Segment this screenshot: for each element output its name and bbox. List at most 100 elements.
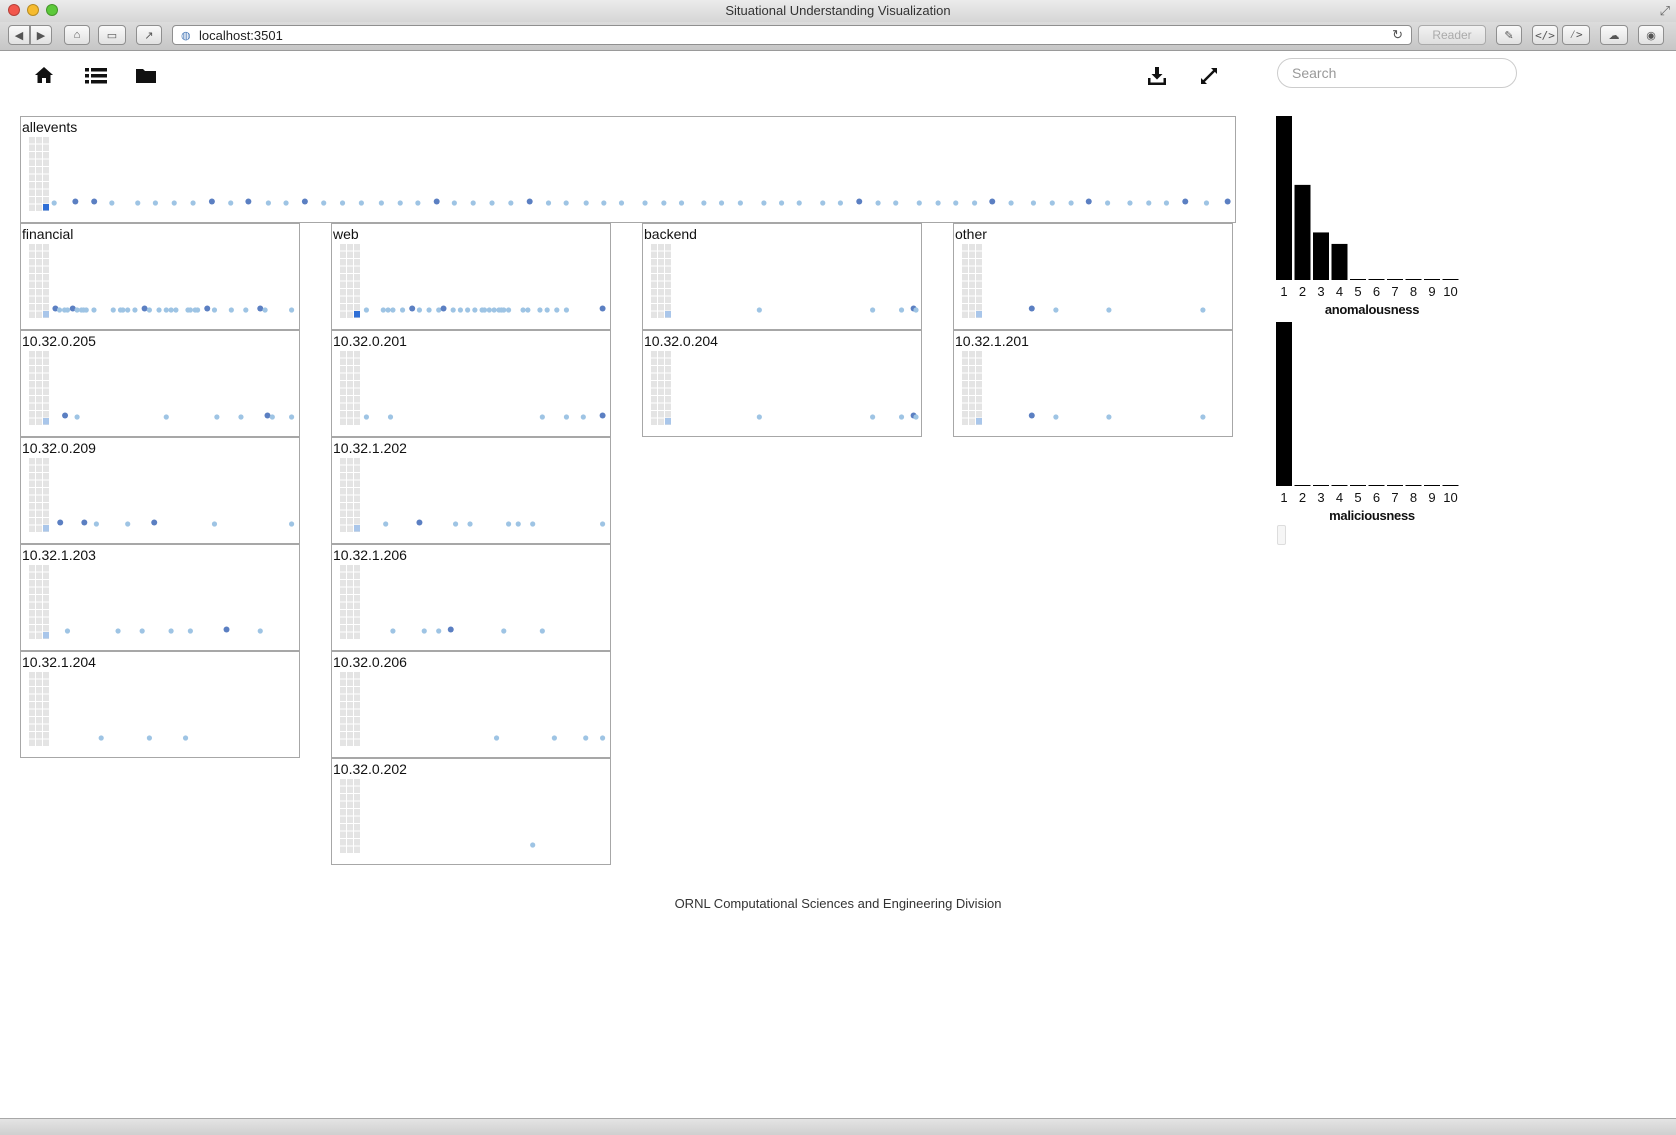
event-dot[interactable] bbox=[1106, 307, 1112, 313]
list-icon[interactable] bbox=[85, 67, 107, 90]
event-dot[interactable] bbox=[583, 735, 589, 741]
panel-host-10-32-0-209[interactable]: 10.32.0.209 bbox=[20, 437, 300, 544]
event-dot[interactable] bbox=[168, 307, 174, 313]
event-dot[interactable] bbox=[601, 200, 607, 206]
selected-cell[interactable] bbox=[43, 204, 49, 211]
event-dot[interactable] bbox=[642, 200, 648, 206]
back-button[interactable]: ◀ bbox=[8, 25, 30, 45]
selected-cell[interactable] bbox=[665, 418, 671, 425]
event-dot[interactable] bbox=[1203, 200, 1210, 206]
event-dot[interactable] bbox=[563, 200, 569, 206]
event-dot[interactable] bbox=[1049, 200, 1055, 206]
event-dot[interactable] bbox=[168, 628, 174, 634]
event-dot[interactable] bbox=[539, 628, 545, 634]
event-timeline[interactable] bbox=[954, 331, 1232, 436]
event-dot[interactable] bbox=[501, 628, 507, 634]
event-dot[interactable] bbox=[1053, 414, 1059, 420]
event-dot[interactable] bbox=[599, 735, 606, 741]
event-dot[interactable] bbox=[211, 521, 218, 527]
event-dot[interactable] bbox=[1163, 200, 1170, 206]
event-timeline[interactable] bbox=[332, 545, 610, 650]
event-dot[interactable] bbox=[436, 628, 442, 634]
fullscreen-toggle-icon[interactable]: ⤢ bbox=[1660, 3, 1670, 19]
event-dot[interactable] bbox=[283, 200, 289, 206]
event-dot[interactable] bbox=[72, 198, 79, 205]
event-dot[interactable] bbox=[195, 307, 201, 313]
event-dot[interactable] bbox=[489, 200, 495, 206]
event-dot[interactable] bbox=[1200, 414, 1206, 420]
event-dot[interactable] bbox=[151, 519, 158, 526]
event-dot[interactable] bbox=[141, 305, 148, 312]
event-dot[interactable] bbox=[321, 200, 327, 206]
event-dot[interactable] bbox=[288, 521, 295, 527]
event-dot[interactable] bbox=[916, 200, 922, 206]
panel-host-10-32-0-202[interactable]: 10.32.0.202 bbox=[331, 758, 611, 865]
event-dot[interactable] bbox=[146, 307, 152, 313]
event-dot[interactable] bbox=[56, 307, 63, 313]
event-timeline[interactable] bbox=[21, 224, 299, 329]
panel-host-10-32-0-201[interactable]: 10.32.0.201 bbox=[331, 330, 611, 437]
event-dot[interactable] bbox=[91, 198, 98, 205]
event-dot[interactable] bbox=[83, 307, 89, 313]
selected-cell[interactable] bbox=[43, 632, 49, 639]
event-dot[interactable] bbox=[139, 628, 145, 634]
event-timeline[interactable] bbox=[332, 759, 610, 864]
event-timeline[interactable] bbox=[332, 224, 610, 329]
home-icon[interactable] bbox=[34, 66, 54, 90]
event-timeline[interactable] bbox=[21, 331, 299, 436]
histogram-bar[interactable] bbox=[1294, 184, 1311, 280]
event-dot[interactable] bbox=[243, 307, 249, 313]
event-dot[interactable] bbox=[416, 519, 423, 526]
event-dot[interactable] bbox=[1146, 200, 1152, 206]
event-dot[interactable] bbox=[875, 200, 881, 206]
selected-cell[interactable] bbox=[43, 525, 49, 532]
event-dot[interactable] bbox=[447, 626, 454, 633]
event-dot[interactable] bbox=[971, 200, 978, 206]
event-dot[interactable] bbox=[1200, 307, 1206, 313]
download-icon[interactable] bbox=[1147, 67, 1167, 92]
event-dot[interactable] bbox=[1068, 200, 1074, 206]
event-dot[interactable] bbox=[856, 198, 863, 205]
event-dot[interactable] bbox=[74, 414, 80, 420]
event-dot[interactable] bbox=[125, 521, 131, 527]
panel-other[interactable]: other bbox=[953, 223, 1233, 330]
histogram-bar[interactable] bbox=[1331, 243, 1348, 280]
selected-cell[interactable] bbox=[43, 311, 49, 318]
event-dot[interactable] bbox=[426, 307, 432, 313]
event-dot[interactable] bbox=[737, 200, 743, 206]
event-timeline[interactable] bbox=[332, 652, 610, 757]
event-dot[interactable] bbox=[870, 307, 876, 313]
event-dot[interactable] bbox=[257, 305, 264, 312]
event-dot[interactable] bbox=[525, 307, 531, 313]
browser-home-button[interactable]: ⌂ bbox=[64, 25, 90, 45]
selected-cell[interactable] bbox=[354, 311, 360, 318]
anomalousness-histogram[interactable]: 1 2 3 4 5 6 7 8 9 10 anomalousness bbox=[1272, 114, 1472, 324]
event-dot[interactable] bbox=[288, 414, 295, 420]
panel-host-10-32-0-204[interactable]: 10.32.0.204 bbox=[642, 330, 922, 437]
event-dot[interactable] bbox=[1224, 198, 1231, 205]
event-dot[interactable] bbox=[451, 200, 457, 206]
event-dot[interactable] bbox=[545, 200, 552, 206]
event-dot[interactable] bbox=[501, 307, 507, 313]
event-dot[interactable] bbox=[599, 521, 606, 527]
address-bar[interactable]: ◍ localhost:3501 ↻ bbox=[172, 25, 1412, 45]
event-dot[interactable] bbox=[390, 307, 396, 313]
event-dot[interactable] bbox=[1028, 412, 1035, 419]
reload-icon[interactable]: ↻ bbox=[1392, 27, 1403, 43]
event-dot[interactable] bbox=[1182, 198, 1189, 205]
event-dot[interactable] bbox=[1104, 200, 1111, 206]
folder-icon[interactable] bbox=[136, 67, 156, 90]
event-dot[interactable] bbox=[380, 307, 386, 313]
event-dot[interactable] bbox=[661, 200, 667, 206]
event-dot[interactable] bbox=[171, 200, 177, 206]
panel-backend[interactable]: backend bbox=[642, 223, 922, 330]
event-dot[interactable] bbox=[238, 414, 244, 420]
event-dot[interactable] bbox=[457, 307, 463, 313]
event-dot[interactable] bbox=[62, 412, 69, 419]
event-dot[interactable] bbox=[718, 200, 725, 206]
event-timeline[interactable] bbox=[21, 438, 299, 543]
histogram-bar[interactable] bbox=[1276, 116, 1292, 280]
event-dot[interactable] bbox=[530, 521, 536, 527]
event-dot[interactable] bbox=[701, 200, 707, 206]
selected-cell[interactable] bbox=[976, 311, 982, 318]
